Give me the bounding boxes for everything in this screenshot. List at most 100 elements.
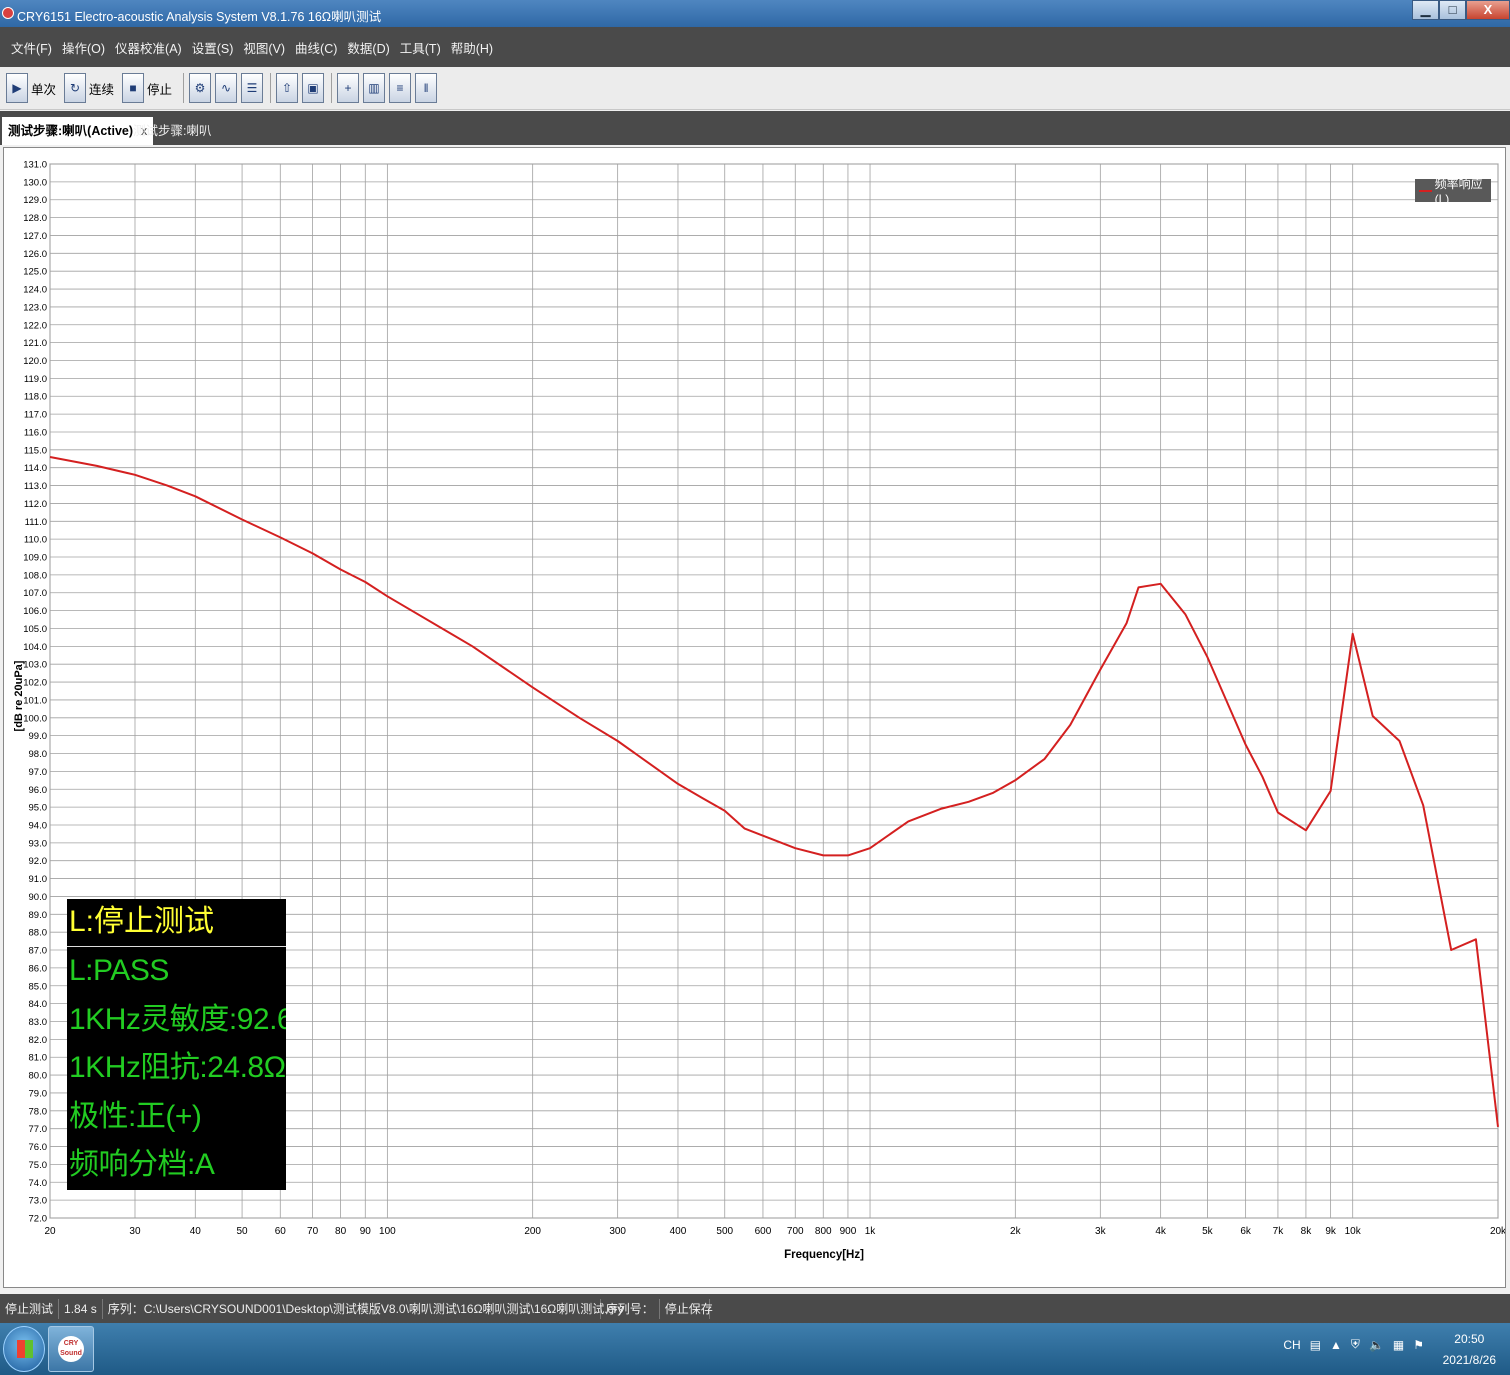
maximize-button[interactable]: □ [1439, 0, 1466, 20]
y-tick-label: 101.0 [23, 695, 47, 706]
x-tick-label: 300 [609, 1226, 626, 1237]
y-tick-label: 130.0 [23, 177, 47, 188]
language-indicator[interactable]: CH [1283, 1338, 1300, 1352]
menu-file[interactable]: 文件(F) [6, 38, 57, 57]
y-tick-label: 121.0 [23, 338, 47, 349]
horizontal-layout-button[interactable]: ≡ [389, 72, 413, 104]
x-tick-label: 50 [237, 1226, 249, 1237]
status-sequence-path: 序列：C:\Users\CRYSOUND001\Desktop\测试模版V8.0… [103, 1298, 624, 1319]
y-tick-label: 80.0 [29, 1071, 48, 1082]
x-tick-label: 10k [1345, 1226, 1362, 1237]
save-button[interactable]: ▣ [302, 72, 326, 104]
y-tick-label: 100.0 [23, 713, 47, 724]
menu-data[interactable]: 数据(D) [342, 38, 394, 57]
report-button[interactable]: ☰ [241, 72, 265, 104]
y-tick-label: 115.0 [24, 445, 47, 456]
vertical-split-icon: ‖ [415, 73, 438, 103]
config-button[interactable]: ⚙ [189, 72, 213, 104]
play-icon: ▶ [6, 73, 28, 103]
close-button[interactable]: X [1466, 0, 1510, 20]
clock-time: 20:50 [1454, 1332, 1485, 1346]
x-tick-label: 100 [379, 1226, 396, 1237]
menu-tools[interactable]: 工具(T) [395, 38, 446, 57]
y-tick-label: 88.0 [29, 928, 48, 939]
clock-date: 2021/8/26 [1442, 1353, 1496, 1367]
y-tick-label: 74.0 [29, 1178, 48, 1189]
taskbar-app-cry6151[interactable]: CRY Sound [48, 1326, 94, 1372]
toolbar-separator [270, 73, 272, 103]
start-button[interactable] [3, 1326, 45, 1372]
crysound-logo-icon: CRY Sound [58, 1336, 84, 1362]
x-tick-label: 4k [1155, 1226, 1167, 1237]
status-elapsed-time: 1.84 s [59, 1298, 103, 1319]
status-state: 停止测试 [0, 1298, 60, 1319]
legend-swatch [1419, 189, 1432, 192]
x-tick-label: 3k [1095, 1226, 1107, 1237]
chart-legend: 频率响应(L) [1415, 177, 1491, 206]
y-tick-label: 78.0 [29, 1106, 48, 1117]
security-shield-icon[interactable]: ⛨ [1351, 1337, 1360, 1352]
x-tick-label: 20k [1490, 1226, 1505, 1237]
menu-calibration[interactable]: 仪器校准(A) [110, 38, 187, 57]
tray-expand-icon[interactable]: ▲ [1330, 1338, 1342, 1352]
x-tick-label: 60 [275, 1226, 287, 1237]
y-tick-label: 118.0 [24, 392, 47, 403]
continuous-run-button[interactable]: ↻ 连续 [64, 72, 120, 104]
stop-button[interactable]: ■ 停止 [122, 72, 178, 104]
menu-view[interactable]: 视图(V) [238, 38, 290, 57]
x-tick-label: 20 [44, 1226, 56, 1237]
x-tick-label: 40 [190, 1226, 202, 1237]
curve-view-button[interactable]: ∿ [215, 72, 239, 104]
legend-label: 频率响应(L) [1434, 177, 1483, 206]
x-tick-label: 90 [360, 1226, 372, 1237]
single-run-label: 单次 [31, 82, 57, 97]
y-tick-label: 105.0 [23, 624, 47, 635]
y-tick-label: 112.0 [24, 499, 47, 510]
y-tick-label: 128.0 [23, 213, 47, 224]
save-icon: ▣ [302, 73, 325, 103]
minimize-button[interactable]: ▁ [1412, 0, 1439, 20]
y-tick-label: 103.0 [23, 660, 47, 671]
status-bar: 停止测试 1.84 s 序列：C:\Users\CRYSOUND001\Desk… [0, 1294, 1510, 1323]
open-button[interactable]: ⇧ [276, 72, 300, 104]
menu-help[interactable]: 帮助(H) [446, 38, 498, 57]
y-tick-label: 110.0 [24, 535, 47, 546]
network-icon[interactable]: ▦ [1393, 1338, 1404, 1352]
window-title: CRY6151 Electro-acoustic Analysis System… [17, 10, 382, 24]
system-clock[interactable]: 20:50 2021/8/26 [1443, 1329, 1496, 1371]
y-tick-label: 111.0 [25, 517, 47, 528]
menu-settings[interactable]: 设置(S) [187, 38, 239, 57]
tab-test-step[interactable]: 测试步骤:喇叭 [127, 117, 217, 145]
menu-curve[interactable]: 曲线(C) [290, 38, 342, 57]
y-tick-label: 117.0 [24, 410, 47, 421]
single-run-button[interactable]: ▶ 单次 [6, 72, 62, 104]
menu-bar: 文件(F) 操作(O) 仪器校准(A) 设置(S) 视图(V) 曲线(C) 数据… [0, 27, 1510, 67]
keyboard-icon[interactable]: ▤ [1310, 1338, 1321, 1352]
y-tick-label: 84.0 [29, 999, 48, 1010]
y-tick-label: 75.0 [29, 1160, 48, 1171]
y-tick-label: 94.0 [29, 820, 48, 831]
y-tick-label: 96.0 [29, 785, 48, 796]
menu-operation[interactable]: 操作(O) [57, 38, 110, 57]
y-tick-label: 82.0 [29, 1035, 48, 1046]
action-center-icon[interactable]: ⚑ [1413, 1338, 1424, 1352]
x-tick-label: 7k [1273, 1226, 1285, 1237]
app-icon [2, 7, 14, 19]
status-serial: 序列号： [601, 1298, 660, 1319]
add-chart-icon: ▥ [363, 73, 386, 103]
tab-bar: 测试步骤:喇叭(Active) x 测试步骤:喇叭 [0, 111, 1510, 145]
y-tick-label: 81.0 [29, 1053, 48, 1064]
add-chart-button[interactable]: ▥ [363, 72, 387, 104]
new-window-button[interactable]: + [337, 72, 361, 104]
volume-icon[interactable]: 🔈 [1369, 1338, 1384, 1352]
vertical-layout-button[interactable]: ‖ [415, 72, 439, 104]
y-tick-label: 106.0 [23, 606, 47, 617]
window-controls: ▁ □ X [1412, 0, 1510, 20]
y-tick-label: 72.0 [29, 1214, 48, 1225]
y-tick-label: 126.0 [23, 249, 47, 260]
polarity-result: 极性:正(+) [69, 1099, 202, 1133]
x-tick-label: 400 [670, 1226, 687, 1237]
x-tick-label: 6k [1240, 1226, 1252, 1237]
y-tick-label: 102.0 [23, 678, 47, 689]
taskbar: CRY Sound CH ▤ ▲ ⛨ 🔈 ▦ ⚑ 20:50 2021/8/26 [0, 1323, 1510, 1375]
